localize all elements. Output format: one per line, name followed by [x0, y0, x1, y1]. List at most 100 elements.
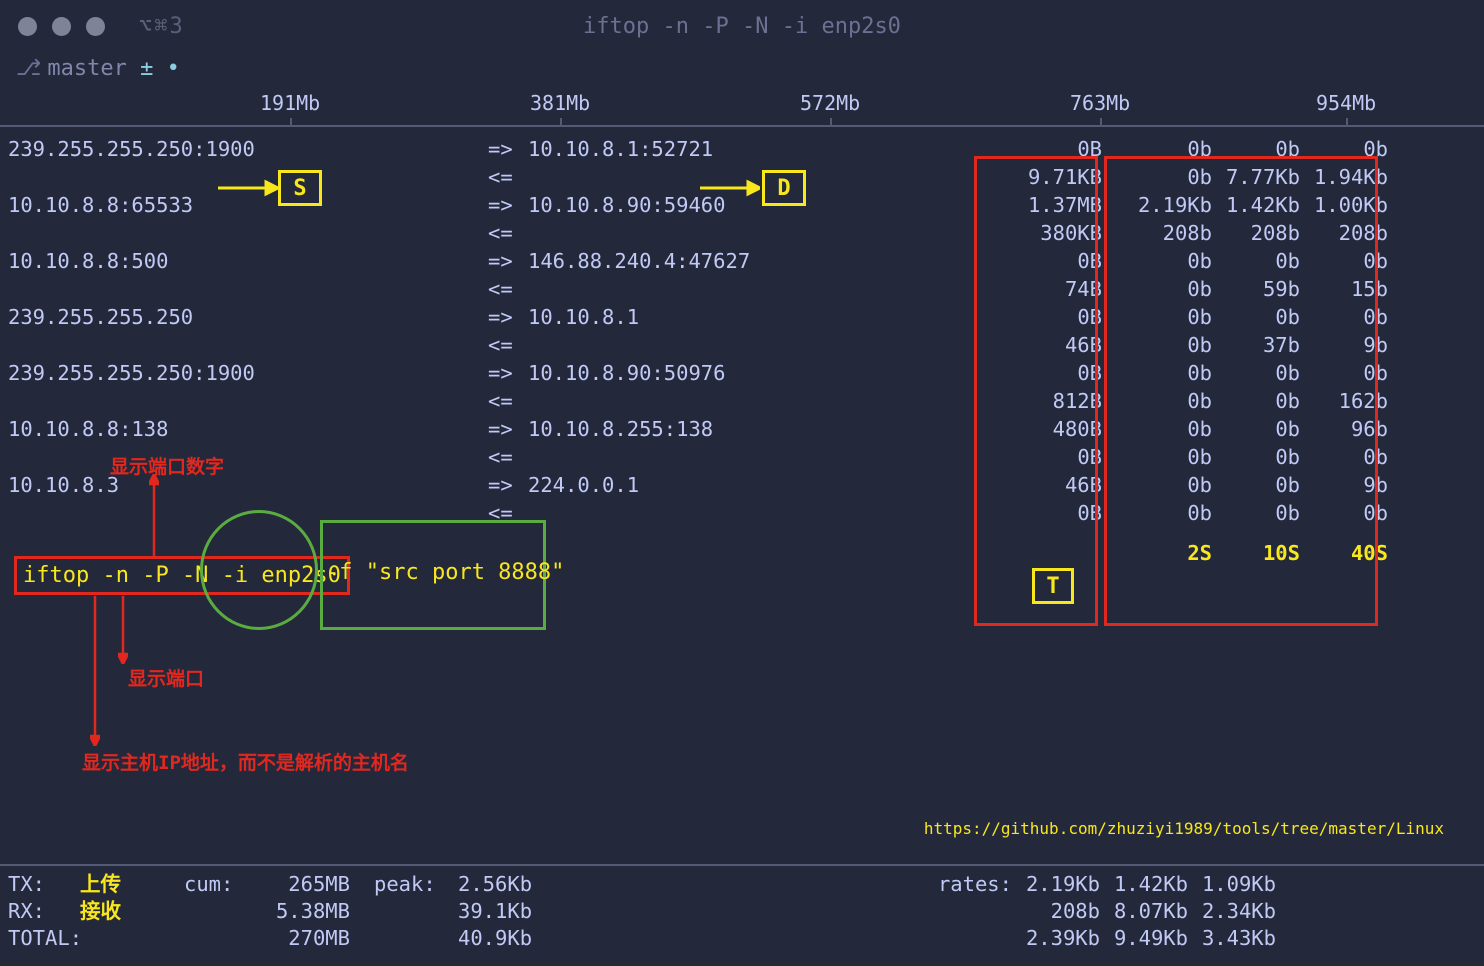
- arrow-icon: [90, 596, 100, 746]
- rate-10s: 7.77Kb: [1212, 164, 1300, 190]
- rate-10s: 0b: [1212, 360, 1300, 386]
- connection-row: <=0B0b0b0b: [0, 443, 1484, 471]
- arrow-rx-icon: <=: [488, 220, 528, 246]
- total-rx: 46B: [998, 332, 1102, 358]
- connection-row: 239.255.255.250:1900=>10.10.8.1:527210B 0…: [0, 135, 1484, 163]
- rate-40s: 1.00Kb: [1300, 192, 1388, 218]
- rates-label: rates:: [568, 871, 1012, 898]
- connection-row: 10.10.8.3=>224.0.0.146B0b0b9b: [0, 471, 1484, 499]
- rate-10s: 37b: [1212, 332, 1300, 358]
- arrow-rx-icon: <=: [488, 444, 528, 470]
- annotation-interface-circle: [200, 510, 318, 630]
- rate-2s: 0b: [1124, 136, 1212, 162]
- rate-40s: 96b: [1300, 416, 1388, 442]
- arrow-tx-icon: =>: [488, 360, 528, 386]
- branch-name: master: [47, 56, 126, 81]
- cum-label: cum:: [184, 871, 264, 898]
- rate-2s: 0b: [1124, 304, 1212, 330]
- rate-2s: 0b: [1124, 416, 1212, 442]
- total-tx: 1.37MB: [998, 192, 1102, 218]
- git-branch-icon: ⎇: [16, 56, 41, 81]
- annotation-ip-note: 显示主机IP地址，而不是解析的主机名: [82, 748, 409, 775]
- arrow-tx-icon: =>: [488, 304, 528, 330]
- connection-row: <=74B0b59b15b: [0, 275, 1484, 303]
- rate-40s: 0b: [1300, 444, 1388, 470]
- total-rx: 9.71KB: [998, 164, 1102, 190]
- connection-list: 239.255.255.250:1900=>10.10.8.1:527210B0…: [0, 127, 1484, 527]
- rate-40s: 9b: [1300, 332, 1388, 358]
- total-tx: 0B: [998, 360, 1102, 386]
- total-tx: 480B: [998, 416, 1102, 442]
- footer-divider: [0, 864, 1484, 866]
- rate-2s: 0b: [1124, 472, 1212, 498]
- rate-10s: 0b: [1212, 444, 1300, 470]
- branch-bar: ⎇master ± •: [0, 52, 1484, 85]
- rate-40s: 0b: [1300, 500, 1388, 526]
- total-rate-2s: 2.39Kb: [1012, 925, 1100, 952]
- total-tx: 46B: [998, 472, 1102, 498]
- scale-tick: 954Mb: [1316, 91, 1376, 115]
- rate-2s: 0b: [1124, 444, 1212, 470]
- source-link[interactable]: https://github.com/zhuziyi1989/tools/tre…: [924, 819, 1444, 838]
- total-peak: 40.9Kb: [458, 925, 568, 952]
- annotation-cmd-text: iftop -n -P -N: [23, 563, 208, 588]
- dest-host: 10.10.8.1: [528, 304, 998, 330]
- source-host: 10.10.8.8:138: [8, 416, 488, 442]
- rate-40s: 1.94Kb: [1300, 164, 1388, 190]
- arrow-rx-icon: <=: [488, 332, 528, 358]
- rate-2s: 0b: [1124, 360, 1212, 386]
- rx-label: RX:: [8, 898, 80, 925]
- scale-tick: 191Mb: [260, 91, 320, 115]
- rate-10s: 208b: [1212, 220, 1300, 246]
- connection-row: 10.10.8.8:138=>10.10.8.255:138480B0b0b96…: [0, 415, 1484, 443]
- connection-row: <= 9.71KB 0b7.77Kb1.94Kb: [0, 163, 1484, 191]
- rate-10s: 0b: [1212, 248, 1300, 274]
- arrow-tx-icon: =>: [488, 416, 528, 442]
- rx-annotation: 接收: [80, 898, 184, 925]
- footer-total-row: TOTAL: 270MB 40.9Kb 2.39Kb 9.49Kb 3.43Kb: [8, 925, 1476, 952]
- total-rx: 0B: [998, 500, 1102, 526]
- arrow-rx-icon: <=: [488, 276, 528, 302]
- arrow-tx-icon: =>: [488, 192, 528, 218]
- dest-host: 10.10.8.1:52721: [528, 136, 998, 162]
- total-tx: 0B: [998, 136, 1102, 162]
- arrow-rx-icon: <=: [488, 164, 528, 190]
- connection-row: 239.255.255.250=>10.10.8.10B0b0b0b: [0, 303, 1484, 331]
- rate-2s: 2.19Kb: [1124, 192, 1212, 218]
- source-host: 239.255.255.250: [8, 304, 488, 330]
- rate-10s: 0b: [1212, 136, 1300, 162]
- rate-2s: 0b: [1124, 500, 1212, 526]
- titlebar: ⌥⌘3 iftop -n -P -N -i enp2s0: [0, 0, 1484, 52]
- tx-cum: 265MB: [264, 871, 374, 898]
- rate-2s: 0b: [1124, 248, 1212, 274]
- total-rx: 812B: [998, 388, 1102, 414]
- rate-40s: 162b: [1300, 388, 1388, 414]
- annotation-filter-box: [320, 520, 546, 630]
- tx-annotation: 上传: [80, 871, 184, 898]
- tx-rate-40s: 1.09Kb: [1188, 871, 1276, 898]
- source-host: 239.255.255.250:1900: [8, 136, 488, 162]
- rate-10s: 0b: [1212, 304, 1300, 330]
- rate-10s: 0b: [1212, 388, 1300, 414]
- total-tx: 0B: [998, 248, 1102, 274]
- connection-row: 10.10.8.8:500=>146.88.240.4:476270B0b0b0…: [0, 247, 1484, 275]
- rate-40s: 208b: [1300, 220, 1388, 246]
- rate-col-40s: 40S: [1300, 541, 1388, 565]
- arrow-tx-icon: =>: [488, 136, 528, 162]
- rate-10s: 0b: [1212, 472, 1300, 498]
- arrow-tx-icon: =>: [488, 248, 528, 274]
- source-host: 10.10.8.3: [8, 472, 488, 498]
- dest-host: 10.10.8.90:50976: [528, 360, 998, 386]
- rate-2s: 0b: [1124, 164, 1212, 190]
- rate-10s: 0b: [1212, 500, 1300, 526]
- rate-40s: 0b: [1300, 136, 1388, 162]
- arrow-icon: [118, 596, 128, 664]
- tx-peak: 2.56Kb: [458, 871, 568, 898]
- source-host: 10.10.8.8:500: [8, 248, 488, 274]
- rx-cum: 5.38MB: [264, 898, 374, 925]
- scale-tick: 381Mb: [530, 91, 590, 115]
- connection-row: <=380KB208b208b208b: [0, 219, 1484, 247]
- connection-row: 10.10.8.8:65533=>10.10.8.90:594601.37MB2…: [0, 191, 1484, 219]
- rx-rate-2s: 208b: [1012, 898, 1100, 925]
- total-tx: 0B: [998, 304, 1102, 330]
